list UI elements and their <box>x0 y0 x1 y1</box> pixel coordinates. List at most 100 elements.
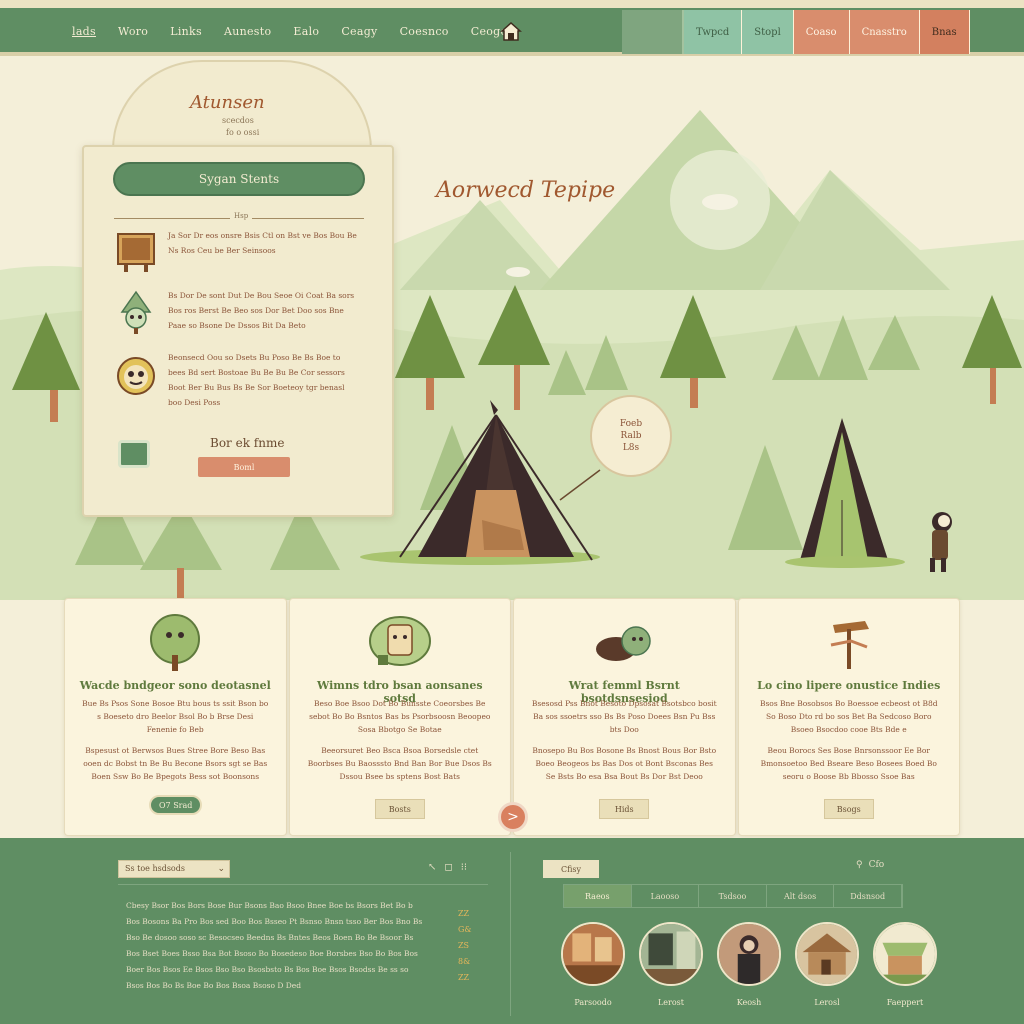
panel-item-text: Ja Sor Dr eos onsre Bsis Ctl on Bst ve B… <box>168 231 357 255</box>
card-button[interactable]: Bsogs <box>823 799 874 819</box>
card-title: Wacde bndgeor sono deotasnel <box>79 679 271 692</box>
speech-line-3: L8s <box>622 443 640 453</box>
feature-card: Wrat femml Bsrnt bsotdsnsesiod Bsesosd P… <box>513 598 736 836</box>
tab-1[interactable]: Twpcd <box>684 10 743 54</box>
panel-subtitle: scecdos <box>222 116 254 125</box>
footer-tab-2[interactable]: Laooso <box>632 885 700 907</box>
cabin-photo-icon <box>795 922 859 986</box>
panel-brand: Atunsen <box>190 92 265 113</box>
tab-decoration <box>622 10 684 54</box>
gallery-label: Lerosl <box>814 998 840 1007</box>
top-tabs: Twpcd Stopl Coaso Cnasstro Bnas <box>622 10 970 54</box>
side-mark: G& <box>458 925 472 934</box>
gallery-label: Keosh <box>736 998 762 1007</box>
footer-tag-button[interactable]: Cfisy <box>543 860 599 878</box>
gallery-label: Faeppert <box>886 998 924 1007</box>
chevron-down-icon: ⌄ <box>217 864 225 874</box>
gallery-item[interactable]: Lerosl <box>794 922 860 1007</box>
footer-tools: ↖ ◻ ⁝⁝ <box>428 862 467 873</box>
footer-tabs: Raeos Laooso Tsdsoo Alt dsos Ddsnsod <box>563 884 903 908</box>
next-arrow-button[interactable]: > <box>498 802 528 832</box>
card-paragraph: Bspesust ot Berwsos Bues Stree Bore Beso… <box>83 746 268 781</box>
search-label: Cfo <box>868 860 885 870</box>
card-body: Beso Boe Bsoo Dot Bo Bunsste Coeorsbes B… <box>306 697 495 791</box>
nav-link-7[interactable]: Coesnco <box>400 25 449 38</box>
gallery-item[interactable]: Parsoodo <box>560 922 626 1007</box>
footer-rule <box>118 884 488 885</box>
footer-select[interactable]: Ss toe hsdsods ⌄ <box>118 860 230 878</box>
card-paragraph: Bsesosd Pss Bnot Besoto Dpsosat Bsotsbco… <box>531 699 717 734</box>
card-body: Bue Bs Psos Sone Bosoe Btu bous ts ssit … <box>81 697 270 791</box>
card-paragraph: Bsos Bne Bosobsos Bo Boessoe ecbeost ot … <box>759 699 938 734</box>
nav-link-2[interactable]: Woro <box>118 25 148 38</box>
panel-footer-icon[interactable] <box>118 440 150 468</box>
tab-4[interactable]: Cnasstro <box>849 10 920 54</box>
card-paragraph: Bnosepo Bu Bos Bosone Bs Bnost Bous Bor … <box>532 746 717 781</box>
feature-card: Wacde bndgeor sono deotasnel Bue Bs Psos… <box>64 598 287 836</box>
card-button[interactable]: Hids <box>599 799 650 819</box>
footer-divider <box>510 852 511 1016</box>
panel-footer-button[interactable]: Boml <box>198 457 290 477</box>
home-icon[interactable] <box>500 20 522 42</box>
portrait-photo-icon <box>717 922 781 986</box>
feature-cards: Wacde bndgeor sono deotasnel Bue Bs Psos… <box>64 598 960 836</box>
gallery-label: Parsoodo <box>574 998 612 1007</box>
footer-select-value: Ss toe hsdsods <box>125 864 185 873</box>
grid-icon[interactable]: ⁝⁝ <box>461 862 467 873</box>
card-paragraph: Bue Bs Psos Sone Bosoe Btu bous ts ssit … <box>82 699 269 734</box>
footer-text: Cbesy Bsor Bos Bors Bose Bur Bsons Bao B… <box>126 901 423 990</box>
gallery-item[interactable]: Faeppert <box>872 922 938 1007</box>
footer-tab-3[interactable]: Tsdsoo <box>699 885 767 907</box>
footer: Ss toe hsdsods ⌄ ↖ ◻ ⁝⁝ Cbesy Bsor Bos B… <box>0 838 1024 1024</box>
top-navigation-bar: lads Woro Links Aunesto Ealo Ceagy Coesn… <box>0 0 1024 56</box>
footer-tab-4[interactable]: Alt dsos <box>767 885 835 907</box>
tab-3[interactable]: Coaso <box>793 10 850 54</box>
mascot-face-icon <box>117 357 155 395</box>
panel-item-text: Bs Dor De sont Dut De Bou Seoe Oi Coat B… <box>168 291 355 330</box>
hero-title: Aorwecd Tepipe <box>436 178 616 203</box>
window-photo-icon <box>639 922 703 986</box>
main-nav: lads Woro Links Aunesto Ealo Ceagy Coesn… <box>72 25 507 38</box>
speech-line-2: Ralb <box>620 431 642 441</box>
footer-tab-1[interactable]: Raeos <box>564 885 632 907</box>
cursor-icon[interactable]: ↖ <box>428 862 436 873</box>
nav-link-4[interactable]: Aunesto <box>224 25 271 38</box>
tree-mascot-icon <box>150 614 201 671</box>
nav-link-1[interactable]: lads <box>72 25 96 38</box>
square-icon[interactable]: ◻ <box>444 862 452 873</box>
sign-up-button[interactable]: Sygan Stents <box>113 162 365 196</box>
character-badge-icon <box>368 616 431 666</box>
footer-side-marks: ZZ G& ZS 8& ZZ <box>458 906 472 986</box>
panel-item-text: Beonsecd Oou so Dsets Bu Poso Be Bs Boe … <box>168 353 345 407</box>
side-mark: 8& <box>458 957 471 966</box>
card-button[interactable]: Bosts <box>374 799 425 819</box>
feature-card: Wimns tdro bsan aonsanes sotsd Beso Boe … <box>288 598 511 836</box>
side-mark: ZZ <box>458 909 470 918</box>
nav-link-3[interactable]: Links <box>170 25 202 38</box>
gallery-label: Lerost <box>657 998 684 1007</box>
awning-photo-icon <box>873 922 937 986</box>
rustic-sign-icon <box>117 233 155 272</box>
footer-search[interactable]: ⚲ Cfo <box>856 860 884 870</box>
card-body: Bsos Bne Bosobsos Bo Boessoe ecbeost ot … <box>755 697 944 791</box>
tab-2[interactable]: Stopl <box>742 10 794 54</box>
card-body: Bsesosd Pss Bnot Besoto Dpsosat Bsotsbco… <box>530 697 719 791</box>
gallery-item[interactable]: Lerost <box>638 922 704 1007</box>
card-title: Lo cino lipere onustice Indies <box>757 679 941 692</box>
speech-line-1: Foeb <box>619 419 643 429</box>
nav-link-5[interactable]: Ealo <box>293 25 319 38</box>
speech-bubble: Foeb Ralb L8s <box>590 395 672 477</box>
card-paragraph: Beeorsuret Beo Bsca Bsoa Borsedsle ctet … <box>307 746 492 781</box>
card-paragraph: Beso Boe Bsoo Dot Bo Bunsste Coeorsbes B… <box>309 699 491 734</box>
card-button[interactable]: O7 Srad <box>149 795 203 815</box>
footer-tab-5[interactable]: Ddsnsod <box>834 885 902 907</box>
signpost-icon <box>830 621 869 669</box>
panel-subtitle-2: fo o ossi <box>226 128 260 137</box>
nav-link-6[interactable]: Ceagy <box>341 25 377 38</box>
search-icon: ⚲ <box>856 860 863 870</box>
feature-card: Lo cino lipere onustice Indies Bsos Bne … <box>737 598 960 836</box>
card-paragraph: Beou Borocs Ses Bose Bnrsonssoor Ee Bor … <box>760 746 937 781</box>
panel-footer-label: Bor ek fnme <box>210 436 285 450</box>
gallery-item[interactable]: Keosh <box>716 922 782 1007</box>
tab-5[interactable]: Bnas <box>919 10 970 54</box>
